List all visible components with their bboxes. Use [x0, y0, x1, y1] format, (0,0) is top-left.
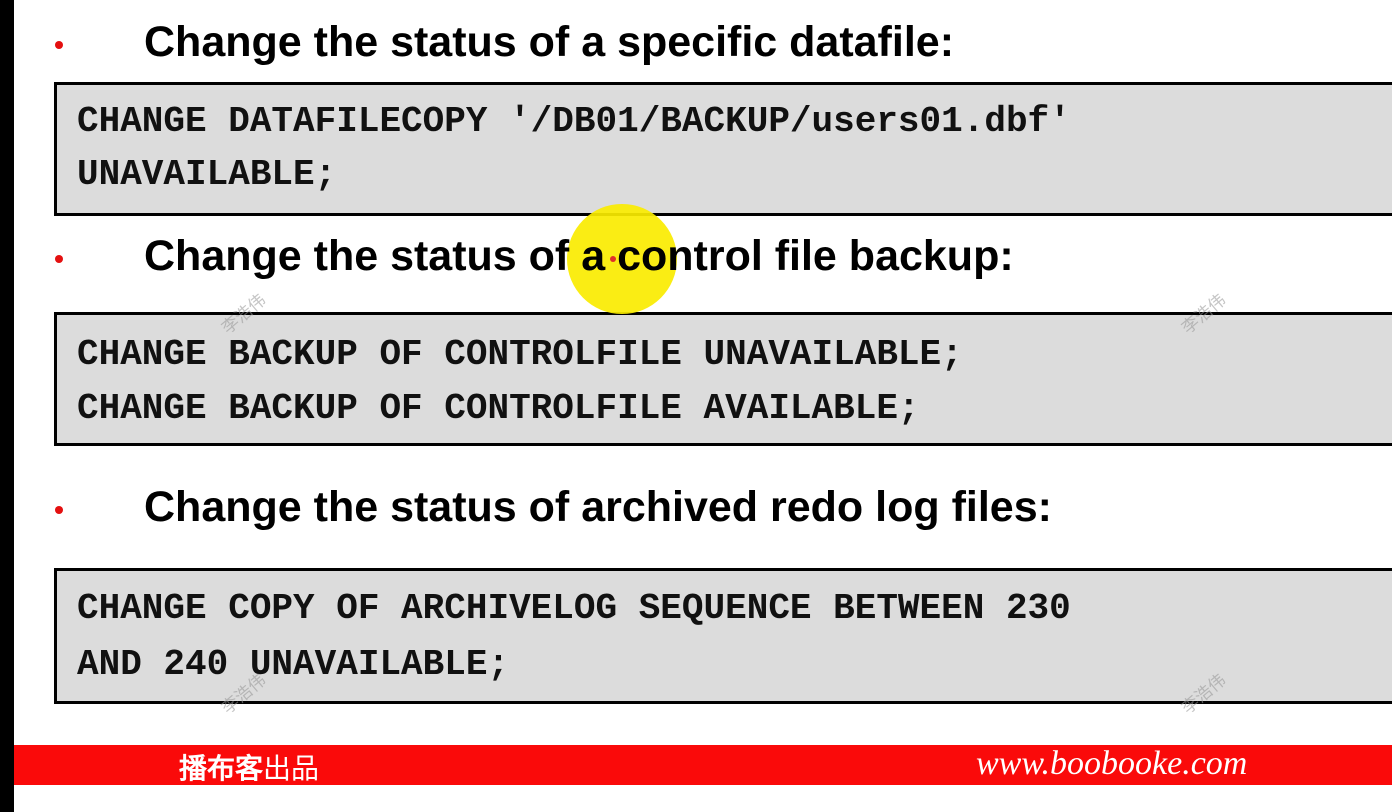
- code-line: CHANGE DATAFILECOPY '/DB01/BACKUP/users0…: [77, 101, 1071, 142]
- bullet-heading: Change the status of a control file back…: [144, 232, 1014, 280]
- footer-brand-bold: 播布客: [179, 752, 264, 785]
- footer-brand-rest: 出品: [263, 752, 320, 785]
- bullet-heading: Change the status of a specific datafile…: [144, 18, 955, 66]
- code-block-datafile: CHANGE DATAFILECOPY '/DB01/BACKUP/users0…: [54, 82, 1392, 216]
- slide: Change the status of a specific datafile…: [14, 0, 1392, 812]
- below-footer-area: [14, 785, 1392, 812]
- bullet-heading: Change the status of archived redo log f…: [144, 483, 1052, 531]
- bullet-icon: [52, 38, 66, 52]
- footer-brand: 播布客出品: [179, 747, 319, 787]
- footer-bar: 播布客出品 www.boobooke.com: [14, 745, 1392, 785]
- bullet-icon: [52, 503, 66, 517]
- code-line: AND 240 UNAVAILABLE;: [77, 644, 510, 685]
- code-line: UNAVAILABLE;: [77, 154, 337, 195]
- code-line: CHANGE BACKUP OF CONTROLFILE AVAILABLE;: [77, 388, 920, 429]
- cursor-pointer-icon: [610, 256, 616, 262]
- footer-url-link[interactable]: www.boobooke.com: [976, 745, 1247, 783]
- code-line: CHANGE BACKUP OF CONTROLFILE UNAVAILABLE…: [77, 334, 963, 375]
- bullet-icon: [52, 252, 66, 266]
- code-line: CHANGE COPY OF ARCHIVELOG SEQUENCE BETWE…: [77, 588, 1071, 629]
